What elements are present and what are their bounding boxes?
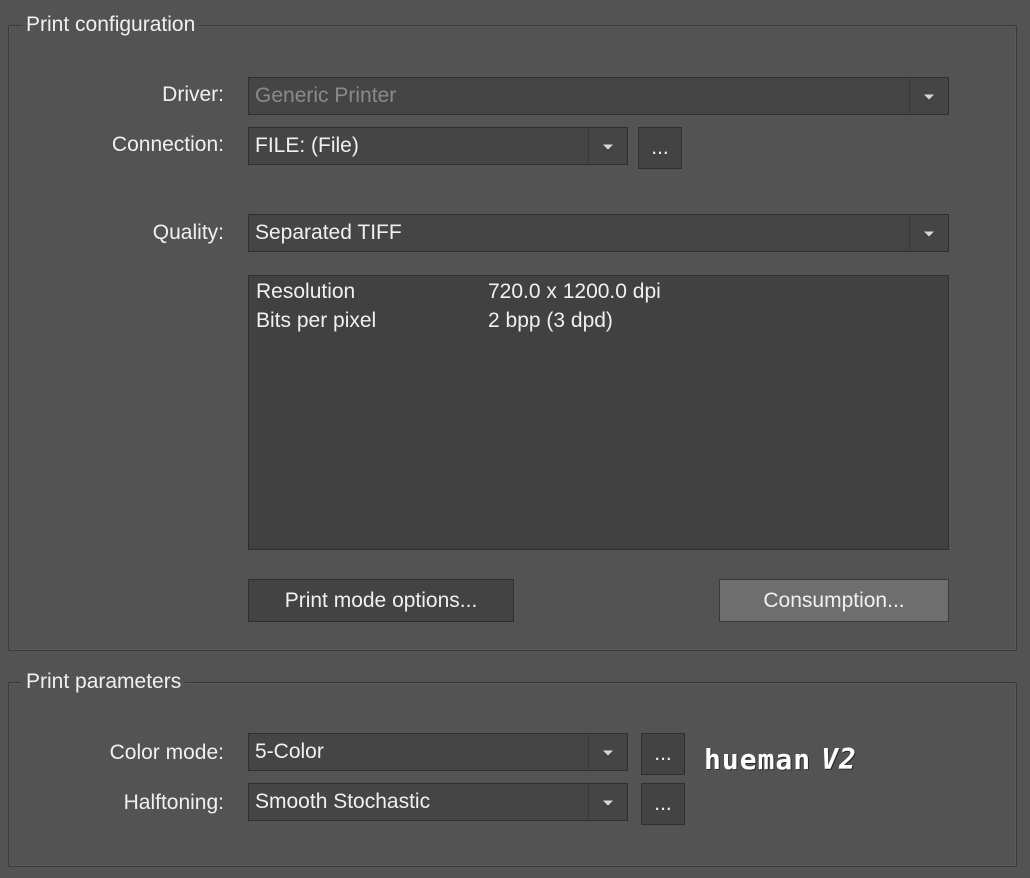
- quality-details-box: Resolution 720.0 x 1200.0 dpi Bits per p…: [248, 275, 949, 550]
- print-parameters-group: [8, 682, 1017, 867]
- logo-name: hueman: [704, 743, 812, 776]
- logo-version: V2: [821, 743, 857, 776]
- connection-dropdown[interactable]: FILE: (File): [248, 127, 628, 165]
- chevron-down-icon: [588, 734, 627, 770]
- details-key: Bits per pixel: [256, 309, 377, 332]
- chevron-down-icon: [588, 784, 627, 820]
- halftoning-label: Halftoning:: [123, 791, 224, 814]
- color-mode-value: 5-Color: [255, 740, 324, 763]
- halftoning-value: Smooth Stochastic: [255, 790, 431, 813]
- driver-dropdown[interactable]: Generic Printer: [248, 77, 949, 115]
- hueman-v2-logo: hueman V2: [704, 743, 857, 776]
- chevron-down-icon: [909, 78, 948, 114]
- details-value: 2 bpp (3 dpd): [488, 309, 613, 332]
- connection-more-button[interactable]: ...: [638, 127, 682, 169]
- connection-label: Connection:: [111, 133, 224, 156]
- chevron-down-icon: [909, 215, 948, 251]
- print-mode-options-button[interactable]: Print mode options...: [248, 579, 514, 622]
- quality-value: Separated TIFF: [255, 221, 402, 244]
- halftoning-dropdown[interactable]: Smooth Stochastic: [248, 783, 628, 821]
- color-mode-dropdown[interactable]: 5-Color: [248, 733, 628, 771]
- connection-value: FILE: (File): [255, 134, 359, 157]
- details-key: Resolution: [256, 280, 356, 303]
- color-mode-more-button[interactable]: ...: [641, 733, 685, 775]
- details-value: 720.0 x 1200.0 dpi: [488, 280, 661, 303]
- quality-label: Quality:: [152, 221, 224, 244]
- chevron-down-icon: [588, 128, 627, 164]
- driver-value: Generic Printer: [255, 84, 397, 107]
- color-mode-label: Color mode:: [109, 741, 224, 764]
- print-configuration-title: Print configuration: [22, 13, 200, 37]
- print-parameters-title: Print parameters: [22, 670, 186, 694]
- driver-label: Driver:: [162, 83, 224, 106]
- halftoning-more-button[interactable]: ...: [641, 783, 685, 825]
- consumption-button[interactable]: Consumption...: [719, 579, 949, 622]
- quality-dropdown[interactable]: Separated TIFF: [248, 214, 949, 252]
